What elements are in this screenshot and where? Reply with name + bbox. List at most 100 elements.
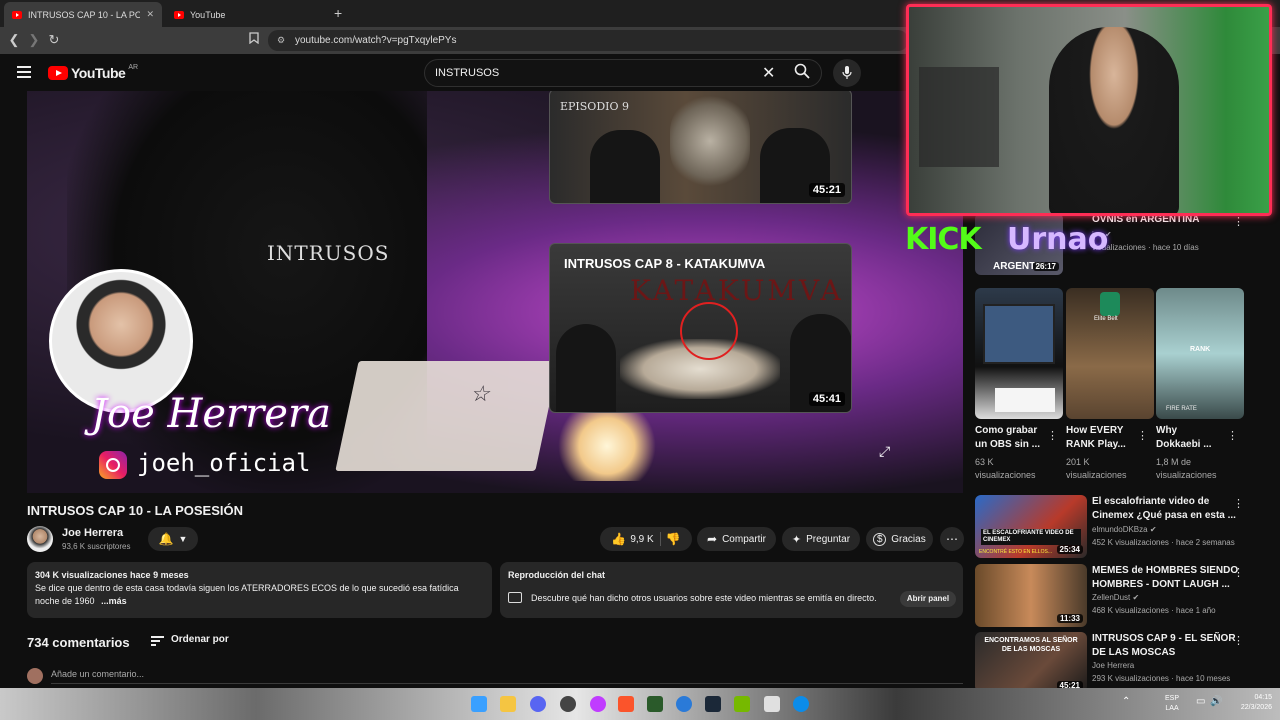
- url-input[interactable]: ⚙ youtube.com/watch?v=pgTxqylePYs: [268, 30, 908, 51]
- terminal-icon[interactable]: [647, 696, 663, 712]
- short-thumb-text: Elite Belt: [1094, 316, 1118, 322]
- more-actions-button[interactable]: ⋯: [940, 527, 964, 551]
- more-vert-icon[interactable]: ⋮: [1137, 429, 1148, 442]
- start-icon[interactable]: [471, 696, 487, 712]
- webcam-overlay: [906, 4, 1272, 216]
- channel-name[interactable]: Joe Herrera: [62, 527, 123, 539]
- end-card-episode-9[interactable]: EPISODIO 9 45:21: [549, 91, 852, 204]
- sidebar-meta: 452 K visualizaciones · hace 2 semanas: [1092, 538, 1235, 547]
- discord-icon[interactable]: [530, 696, 546, 712]
- like-button[interactable]: 👍 9,9 K: [611, 532, 661, 546]
- description-box[interactable]: 304 K visualizaciones hace 9 meses Se di…: [27, 562, 492, 618]
- edge-icon[interactable]: [793, 696, 809, 712]
- sidebar-thumb-cinemex[interactable]: EL ESCALOFRIANTE VIDEO DE CINEMEX ENCONT…: [975, 495, 1087, 558]
- show-more-link[interactable]: ...más: [101, 596, 127, 606]
- obs-icon[interactable]: [560, 696, 576, 712]
- tab-active[interactable]: INTRUSOS CAP 10 - LA POSESIÓ ✕: [4, 2, 162, 27]
- more-vert-icon[interactable]: ⋮: [1227, 429, 1238, 442]
- tab-youtube[interactable]: YouTube: [166, 2, 316, 27]
- pentagram-icon: ☆: [469, 381, 495, 406]
- sidebar-thumb-text: EL ESCALOFRIANTE VIDEO DE CINEMEX: [981, 529, 1081, 545]
- more-horizontal-icon: ⋯: [946, 532, 958, 546]
- brave-icon[interactable]: [618, 696, 634, 712]
- app-window-icon[interactable]: [764, 696, 780, 712]
- sidebar-thumb-cap-9[interactable]: ENCONTRAMOS AL SEÑOR DE LAS MOSCAS 45:21: [975, 632, 1087, 692]
- close-tab-icon[interactable]: ✕: [146, 9, 154, 20]
- sidebar-video-title[interactable]: El escalofriante video de Cinemex ¿Qué pa…: [1092, 495, 1236, 523]
- more-vert-icon[interactable]: ⋮: [1233, 215, 1244, 228]
- more-vert-icon[interactable]: ⋮: [1233, 497, 1244, 510]
- short-title-line: RANK Play...: [1066, 439, 1126, 450]
- reload-icon[interactable]: ↻: [46, 32, 62, 48]
- steam-icon[interactable]: [705, 696, 721, 712]
- share-button[interactable]: ➦ Compartir: [697, 527, 776, 551]
- sidebar-video-title[interactable]: INTRUSOS CAP 9 - EL SEÑOR DE LAS MOSCAS: [1092, 632, 1236, 660]
- end-card-face-image: [670, 96, 750, 186]
- more-vert-icon[interactable]: ⋮: [1047, 429, 1058, 442]
- fullscreen-icon[interactable]: ⤢: [879, 443, 890, 460]
- short-thumb-2[interactable]: Elite Belt: [1066, 288, 1154, 419]
- back-icon[interactable]: ❮: [6, 32, 22, 48]
- end-card-cap-8[interactable]: INTRUSOS CAP 8 - KATAKUMVA KATAKUMVA 45:…: [549, 243, 852, 413]
- subscribe-bell-button[interactable]: 🔔 ▼: [148, 527, 198, 551]
- sort-label[interactable]: Ordenar por: [171, 634, 229, 645]
- clock[interactable]: 04:15 22/3/2026: [1228, 693, 1272, 713]
- clear-search-icon[interactable]: ✕: [762, 63, 775, 83]
- title-line: HOMBRES - DONT LAUGH ...: [1092, 579, 1230, 590]
- share-icon: ➦: [707, 532, 718, 546]
- voice-search-icon[interactable]: [833, 59, 861, 87]
- open-chat-panel-button[interactable]: Abrir panel: [900, 591, 956, 607]
- sidebar-thumb-memes[interactable]: 11:33: [975, 564, 1087, 627]
- clock-time: 04:15: [1254, 694, 1272, 701]
- dislike-button[interactable]: 👎: [666, 532, 681, 546]
- youtube-logo[interactable]: YouTube AR: [48, 64, 138, 81]
- search-icon[interactable]: [794, 63, 810, 84]
- sidebar-video-title[interactable]: MEMES de HOMBRES SIENDO HOMBRES - DONT LA…: [1092, 564, 1238, 592]
- comment-input[interactable]: Añade un comentario...: [51, 669, 144, 679]
- language-indicator[interactable]: ESP LAA: [1165, 694, 1179, 714]
- short-title-3[interactable]: Why Dokkaebi ...: [1156, 424, 1212, 452]
- short-thumb-3[interactable]: RANK FIRE RATE: [1156, 288, 1244, 419]
- channel-avatar[interactable]: [27, 526, 53, 552]
- duration-badge: 45:41: [808, 392, 845, 406]
- tab-label: YouTube: [190, 9, 226, 20]
- lang-line-1: ESP: [1165, 695, 1180, 702]
- volume-icon[interactable]: 🔊: [1210, 696, 1222, 707]
- short-views-3: 1,8 M de visualizaciones: [1156, 456, 1217, 482]
- menu-icon[interactable]: [17, 66, 31, 78]
- youtube-logo-text: YouTube: [71, 65, 126, 81]
- nvidia-icon[interactable]: [734, 696, 750, 712]
- file-explorer-icon[interactable]: [500, 696, 516, 712]
- title-line: El escalofriante video de: [1092, 496, 1210, 507]
- short-title-line: un OBS sin ...: [975, 439, 1041, 450]
- short-views-line: 1,8 M de: [1156, 457, 1192, 467]
- sparkle-icon: ✦: [791, 533, 802, 546]
- end-card-person-image: [556, 324, 616, 412]
- site-info-icon[interactable]: ⚙: [277, 30, 285, 51]
- short-title-1[interactable]: Como grabar un OBS sin ...: [975, 424, 1040, 452]
- thanks-button[interactable]: $ Gracias: [866, 527, 933, 551]
- short-title-2[interactable]: How EVERY RANK Play...: [1066, 424, 1126, 452]
- network-icon[interactable]: ▭: [1196, 696, 1205, 707]
- settings-icon[interactable]: [676, 696, 692, 712]
- chat-replay-box: Reproducción del chat Descubre qué han d…: [500, 562, 963, 618]
- short-title-line: Como grabar: [975, 425, 1038, 436]
- sidebar-meta: 468 K visualizaciones · hace 1 año: [1092, 606, 1216, 615]
- chevron-up-icon[interactable]: ⌃: [1122, 696, 1130, 707]
- more-vert-icon[interactable]: ⋮: [1233, 634, 1244, 647]
- short-views-line: 201 K: [1066, 457, 1090, 467]
- ask-button[interactable]: ✦ Preguntar: [782, 527, 860, 551]
- app-icon[interactable]: [590, 696, 606, 712]
- bookmark-icon[interactable]: [246, 32, 262, 48]
- forward-icon[interactable]: ❯: [26, 32, 42, 48]
- sidebar-channel-name: elmundoDKBza: [1092, 525, 1148, 534]
- short-thumb-1[interactable]: [975, 288, 1063, 419]
- new-tab-button[interactable]: +: [334, 5, 342, 21]
- like-count: 9,9 K: [630, 533, 654, 545]
- short-views-line: 63 K: [975, 457, 994, 467]
- sidebar-meta: 293 K visualizaciones · hace 10 meses: [1092, 674, 1231, 683]
- video-player[interactable]: INTRUSOS ☆ Joe Herrera joeh_oficial EPIS…: [27, 91, 963, 493]
- title-line: DE LAS MOSCAS: [1092, 647, 1176, 658]
- sort-icon[interactable]: [151, 636, 164, 646]
- more-vert-icon[interactable]: ⋮: [1233, 566, 1244, 579]
